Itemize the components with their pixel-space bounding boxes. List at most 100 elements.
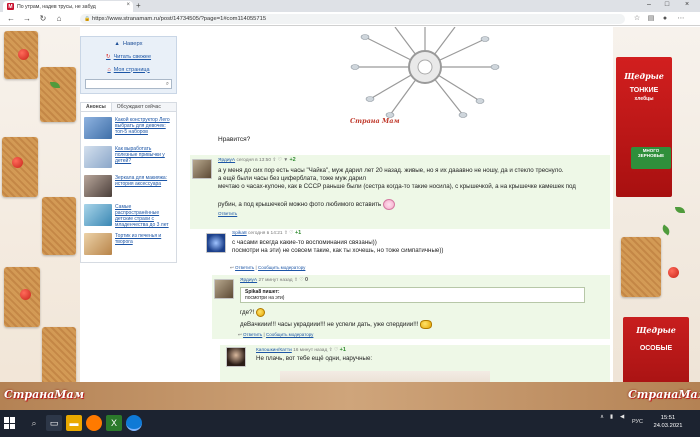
dancing-emoji-icon	[420, 319, 433, 329]
close-tab-icon[interactable]: ×	[126, 2, 130, 8]
comment-header: ЯрдиуА 27 минут назад ⇧ ♡ 0	[240, 277, 600, 286]
taskbar: ⌕ ▭ ▬ X ∧ ▮ ◀ РУС 15:51 24.03.2021	[0, 410, 700, 437]
maximize-icon[interactable]: □	[660, 1, 674, 8]
windows-start-icon[interactable]	[4, 417, 16, 429]
tab-announcements[interactable]: Анонсы	[81, 103, 112, 111]
edge-icon[interactable]	[126, 415, 142, 431]
favorite-star-icon[interactable]: ☆	[632, 14, 642, 24]
profile-icon[interactable]: ●	[660, 14, 670, 24]
tab-title: По утрам, надев трусы, не забуд	[17, 3, 96, 10]
announcement-thumbnail[interactable]	[84, 233, 112, 255]
home-icon[interactable]: ⌂	[54, 14, 64, 24]
herb-image	[660, 224, 672, 236]
task-view-icon[interactable]: ▭	[46, 415, 62, 431]
avatar[interactable]	[206, 233, 226, 253]
smiley-icon	[255, 307, 265, 317]
reply-link[interactable]: Ответить	[243, 332, 262, 337]
back-icon[interactable]: ←	[6, 14, 16, 24]
avatar[interactable]	[192, 159, 212, 179]
forward-icon[interactable]: →	[22, 14, 32, 24]
comment-line: где?!	[240, 309, 255, 316]
sidebar-item-my-page[interactable]: ⌂ Моя страница	[81, 63, 176, 76]
right-ad-banner[interactable]: Щедрые ТОНКИЕ хлебцы МНОГО ЗЕРНОВЫЕ Щедр…	[613, 27, 700, 410]
reply-link[interactable]: Ответить	[235, 265, 254, 270]
bottom-brand-strip: СтранаМам СтранаМам	[0, 382, 700, 410]
announcement-link[interactable]: Самые распространённые детские страхи с …	[115, 204, 173, 228]
site-logo[interactable]: СтранаМам	[628, 388, 700, 401]
announcement-item[interactable]: Самые распространённые детские страхи с …	[84, 204, 173, 228]
tab-discussing-now[interactable]: Обсуждают сейчас	[112, 103, 166, 111]
quote-block: Spika8 пишет: посмотри на эти)	[240, 287, 585, 303]
report-link[interactable]: Сообщить модератору	[266, 332, 313, 337]
announcement-link[interactable]: Как выработать полезные привычки у детей…	[115, 146, 173, 170]
like-icon[interactable]: ♡	[289, 231, 293, 236]
announcement-item[interactable]: Тортик из печенья и творога	[84, 233, 173, 257]
announcement-link[interactable]: Зеркала для макияжа: история аксессуара	[115, 175, 173, 199]
vote-down-icon[interactable]: ▼	[283, 158, 288, 163]
avatar[interactable]	[226, 347, 246, 367]
share-icon[interactable]: ⇧	[329, 348, 333, 353]
tomato-image	[668, 267, 679, 278]
left-ad-banner[interactable]	[0, 27, 80, 410]
announcement-link[interactable]: Какой конструктор Лего выбрать для девоч…	[115, 117, 173, 141]
reload-icon[interactable]: ↻	[38, 14, 48, 24]
tray-up-arrow-icon[interactable]: ∧	[600, 414, 604, 420]
reply-link[interactable]: Ответить	[218, 210, 608, 218]
avatar[interactable]	[214, 279, 234, 299]
taskbar-clock[interactable]: 15:51 24.03.2021	[648, 414, 688, 430]
announcement-item[interactable]: Зеркала для макияжа: история аксессуара	[84, 175, 173, 199]
comment-time: 27 минут назад	[258, 278, 293, 283]
announcement-thumbnail[interactable]	[84, 175, 112, 197]
announcement-thumbnail[interactable]	[84, 146, 112, 168]
browser-tab[interactable]: М По утрам, надев трусы, не забуд ×	[3, 1, 133, 12]
announcement-thumbnail[interactable]	[84, 204, 112, 226]
announcement-item[interactable]: Как выработать полезные привычки у детей…	[84, 146, 173, 170]
tomato-image	[20, 289, 31, 300]
ad-kind-text: ТОНКИЕ	[629, 87, 659, 94]
reply-icon[interactable]: ↩	[238, 332, 242, 337]
announcement-thumbnail[interactable]	[84, 117, 112, 139]
share-icon[interactable]: ⇧	[294, 278, 298, 283]
minimize-icon[interactable]: –	[642, 1, 656, 8]
herb-image	[675, 207, 685, 213]
share-icon[interactable]: ⇧	[284, 231, 288, 236]
like-icon[interactable]: ♡	[278, 158, 282, 163]
comment-author[interactable]: ЯрдиуА	[240, 278, 257, 283]
comment-author[interactable]: ЯрдиуА	[218, 158, 235, 163]
like-icon[interactable]: ♡	[334, 348, 338, 353]
new-tab-icon[interactable]: +	[136, 1, 141, 10]
search-icon[interactable]: ⌕	[166, 81, 169, 88]
comment-line: деВачкиии!!! часы украдиии!!! не успели …	[240, 321, 419, 328]
crispbread-pack-image: Щедрые ТОНКИЕ хлебцы	[616, 57, 672, 197]
comment-author[interactable]: Капошкин/Катти	[256, 348, 292, 353]
file-explorer-icon[interactable]: ▬	[66, 415, 82, 431]
clock-photo-image[interactable]	[345, 27, 505, 119]
announcement-link[interactable]: Тортик из печенья и творога	[115, 233, 173, 257]
comment-author[interactable]: Spika8	[232, 231, 247, 236]
comment-header: ЯрдиуА сегодня в 13:50 ⇧ ♡ ▼ +2	[218, 157, 598, 166]
language-indicator[interactable]: РУС	[632, 419, 643, 425]
excel-icon[interactable]: X	[106, 415, 122, 431]
sidebar-item-top[interactable]: ▲ Наверх	[81, 37, 176, 50]
network-icon[interactable]: ▮	[610, 414, 613, 420]
cracker-image	[621, 237, 661, 297]
comment-rating: +1	[339, 347, 346, 353]
search-input[interactable]: ⌕	[85, 79, 172, 89]
volume-icon[interactable]: ◀	[620, 414, 624, 420]
announcement-item[interactable]: Какой конструктор Лего выбрать для девоч…	[84, 117, 173, 141]
site-logo[interactable]: СтранаМам	[4, 388, 84, 401]
report-link[interactable]: Сообщить модератору	[258, 265, 305, 270]
share-icon[interactable]: ⇧	[272, 158, 276, 163]
like-icon[interactable]: ♡	[299, 278, 303, 283]
settings-menu-icon[interactable]: ⋯	[676, 14, 686, 24]
url-text: https://www.stranamam.ru/post/14734505/?…	[92, 16, 267, 22]
sidebar-item-fresh[interactable]: ↻ Читать свежее	[81, 50, 176, 63]
search-icon[interactable]: ⌕	[26, 415, 42, 431]
reply-icon[interactable]: ↩	[230, 265, 234, 270]
comment-time: 16 минут назад	[293, 348, 328, 353]
close-window-icon[interactable]: ×	[680, 1, 694, 8]
firefox-icon[interactable]	[86, 415, 102, 431]
collections-icon[interactable]: ▤	[646, 14, 656, 24]
address-bar[interactable]: 🔒 https://www.stranamam.ru/post/14734505…	[80, 14, 625, 24]
comment-line: а у меня до сих пор есть часы "Чайка", м…	[218, 167, 564, 174]
